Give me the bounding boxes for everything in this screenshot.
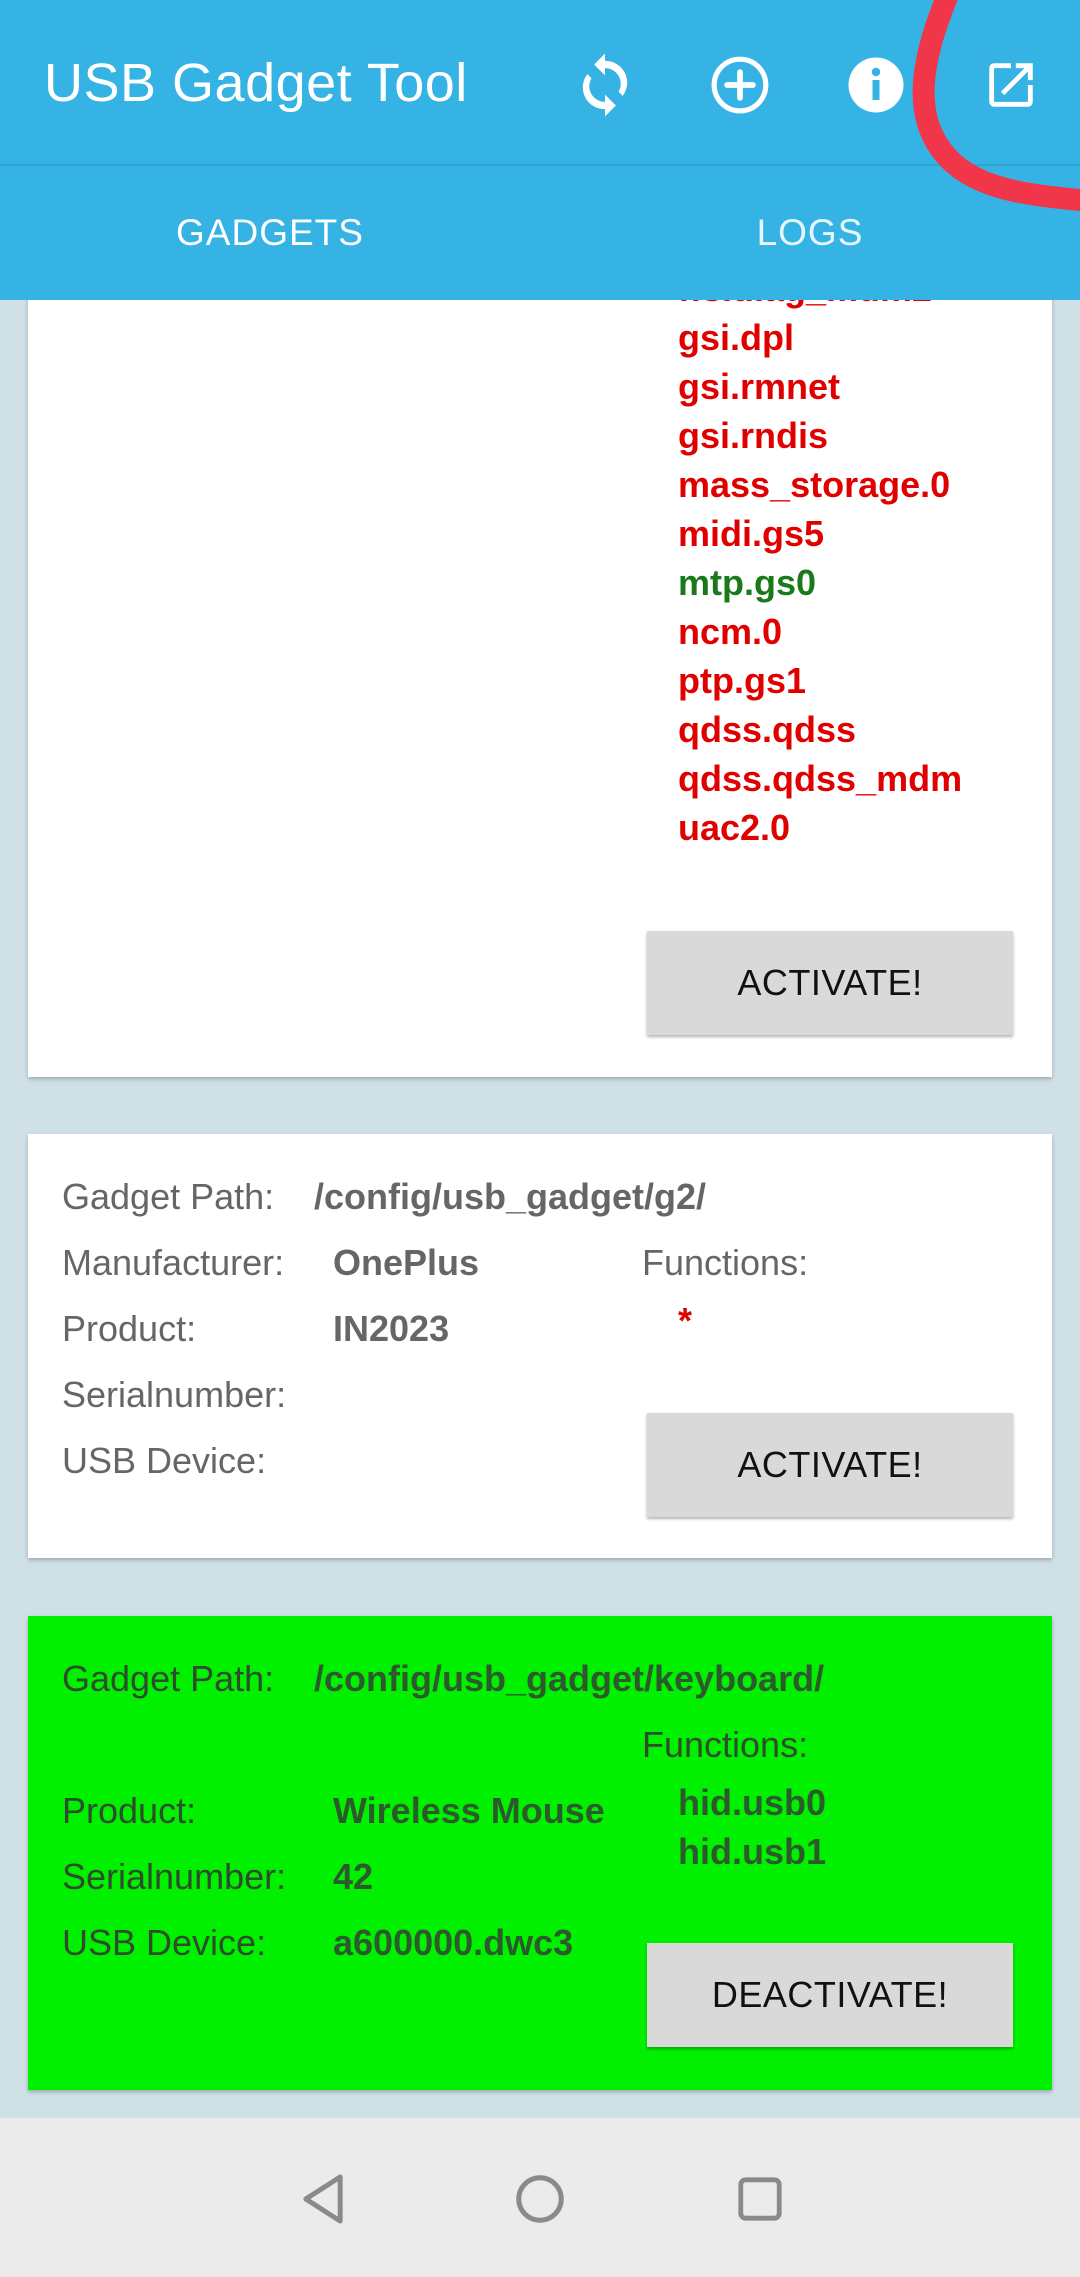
add-circle-icon — [711, 56, 769, 114]
serialnumber-value: 42 — [333, 1856, 374, 1897]
function-item: gsi.rndis — [678, 415, 829, 456]
product-value: Wireless Mouse — [333, 1790, 605, 1831]
product-label: Product: — [62, 1308, 197, 1349]
system-nav-bar — [0, 2118, 1080, 2277]
manufacturer-value: OnePlus — [333, 1242, 480, 1283]
recents-icon — [738, 2177, 782, 2221]
gadget-card-3-active: Gadget Path: /config/usb_gadget/keyboard… — [28, 1616, 1052, 2090]
add-gadget-button[interactable] — [695, 40, 785, 130]
usb-device-label: USB Device: — [62, 1440, 267, 1481]
app-bar: USB Gadget Tool GADGETS LOGS — [0, 0, 1080, 300]
back-icon — [303, 2174, 343, 2224]
info-button[interactable] — [831, 40, 921, 130]
function-item: qdss.qdss — [678, 709, 857, 750]
home-icon — [516, 2175, 564, 2223]
product-value: IN2023 — [333, 1308, 450, 1349]
gadget-card-1: ffs.diag_mdm2 gsi.dpl gsi.rmnet gsi.rndi… — [28, 300, 1052, 1077]
refresh-button[interactable] — [560, 40, 650, 130]
info-icon — [848, 57, 904, 113]
functions-label: Functions: — [642, 1724, 809, 1765]
gadget-path-label: Gadget Path: — [62, 1658, 275, 1699]
tab-logs[interactable]: LOGS — [540, 166, 1080, 300]
function-item: midi.gs5 — [678, 513, 825, 554]
function-item: hid.usb0 — [678, 1782, 827, 1823]
activate-button[interactable]: ACTIVATE! — [647, 1413, 1013, 1517]
function-item: qdss.qdss_mdm — [678, 758, 963, 799]
recents-button[interactable] — [725, 2164, 795, 2234]
functions-label: Functions: — [642, 1242, 809, 1283]
function-item: hid.usb1 — [678, 1831, 827, 1872]
open-external-button[interactable] — [966, 40, 1056, 130]
app-title: USB Gadget Tool — [44, 53, 468, 113]
function-item: ffs.diag_mdm2 — [678, 300, 932, 310]
function-item: ptp.gs1 — [678, 660, 807, 701]
serialnumber-label: Serialnumber: — [62, 1856, 287, 1897]
function-item: mass_storage.0 — [678, 464, 951, 505]
deactivate-button[interactable]: DEACTIVATE! — [647, 1943, 1013, 2047]
manufacturer-label: Manufacturer: — [62, 1242, 285, 1283]
gadget-path-value: /config/usb_gadget/keyboard/ — [314, 1658, 825, 1699]
product-label: Product: — [62, 1790, 197, 1831]
tab-gadgets[interactable]: GADGETS — [0, 166, 540, 300]
function-item: gsi.rmnet — [678, 366, 841, 407]
gadget-list[interactable]: ffs.diag_mdm2 gsi.dpl gsi.rmnet gsi.rndi… — [0, 300, 1080, 2118]
gadget-path-value: /config/usb_gadget/g2/ — [314, 1176, 707, 1217]
usb-device-value: a600000.dwc3 — [333, 1922, 574, 1963]
function-item: ncm.0 — [678, 611, 783, 652]
function-item: * — [678, 1300, 693, 1341]
home-button[interactable] — [505, 2164, 575, 2234]
gadget-path-label: Gadget Path: — [62, 1176, 275, 1217]
function-item: uac2.0 — [678, 807, 791, 848]
refresh-icon — [582, 53, 628, 117]
back-button[interactable] — [288, 2164, 358, 2234]
function-item: mtp.gs0 — [678, 562, 817, 603]
gadget-card-2: Gadget Path: /config/usb_gadget/g2/ Manu… — [28, 1134, 1052, 1558]
usb-device-label: USB Device: — [62, 1922, 267, 1963]
serialnumber-label: Serialnumber: — [62, 1374, 287, 1415]
function-item: gsi.dpl — [678, 317, 794, 358]
open-external-icon — [989, 63, 1033, 107]
activate-button[interactable]: ACTIVATE! — [647, 931, 1013, 1035]
